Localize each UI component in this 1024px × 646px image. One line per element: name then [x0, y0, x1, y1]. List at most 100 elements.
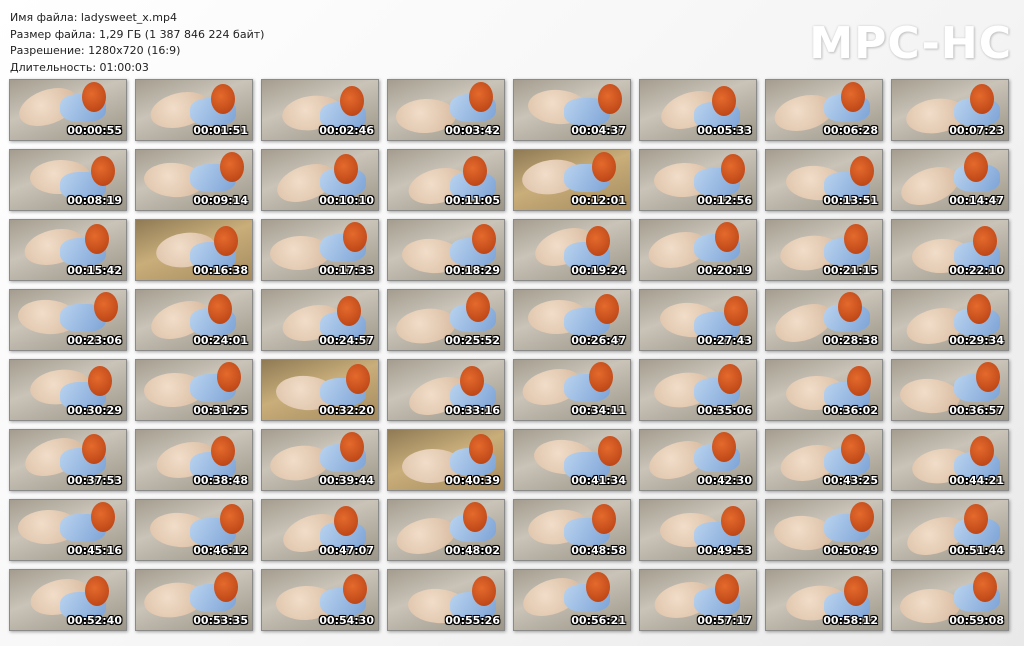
thumbnail[interactable]: 00:24:57	[261, 289, 379, 351]
thumbnail[interactable]: 00:33:16	[387, 359, 505, 421]
thumbnail-hair	[838, 292, 862, 322]
thumbnail[interactable]: 00:23:06	[9, 289, 127, 351]
thumbnail[interactable]: 00:19:24	[513, 219, 631, 281]
thumbnail-hair	[844, 576, 868, 606]
thumbnail-hair	[973, 226, 997, 256]
thumbnail-hair	[841, 434, 865, 464]
thumbnail-hair	[343, 222, 367, 252]
thumbnail[interactable]: 00:32:20	[261, 359, 379, 421]
thumbnail[interactable]: 00:50:49	[765, 499, 883, 561]
thumbnail[interactable]: 00:16:38	[135, 219, 253, 281]
thumbnail-hair	[211, 436, 235, 466]
thumbnail[interactable]: 00:44:21	[891, 429, 1009, 491]
thumbnail-hair	[718, 364, 742, 394]
timestamp: 00:12:01	[571, 194, 626, 207]
thumbnail[interactable]: 00:38:48	[135, 429, 253, 491]
thumbnail[interactable]: 00:39:44	[261, 429, 379, 491]
timestamp: 00:39:44	[319, 474, 374, 487]
thumbnail[interactable]: 00:21:15	[765, 219, 883, 281]
thumbnail[interactable]: 00:59:08	[891, 569, 1009, 631]
timestamp: 00:09:14	[193, 194, 248, 207]
timestamp: 00:31:25	[193, 404, 248, 417]
thumbnail[interactable]: 00:09:14	[135, 149, 253, 211]
thumbnail[interactable]: 00:24:01	[135, 289, 253, 351]
thumbnail[interactable]: 00:03:42	[387, 79, 505, 141]
thumbnail[interactable]: 00:10:10	[261, 149, 379, 211]
thumbnail[interactable]: 00:43:25	[765, 429, 883, 491]
thumbnail[interactable]: 00:41:34	[513, 429, 631, 491]
thumbnail[interactable]: 00:00:55	[9, 79, 127, 141]
timestamp: 00:57:17	[697, 614, 752, 627]
thumbnail[interactable]: 00:37:53	[9, 429, 127, 491]
thumbnail[interactable]: 00:07:23	[891, 79, 1009, 141]
thumbnail-hair	[463, 156, 487, 186]
thumbnail[interactable]: 00:13:51	[765, 149, 883, 211]
thumbnail[interactable]: 00:04:37	[513, 79, 631, 141]
thumbnail[interactable]: 00:17:33	[261, 219, 379, 281]
thumbnail[interactable]: 00:40:39	[387, 429, 505, 491]
thumbnail-hair	[595, 294, 619, 324]
thumbnail[interactable]: 00:56:21	[513, 569, 631, 631]
thumbnail-hair	[91, 156, 115, 186]
thumbnail[interactable]: 00:11:05	[387, 149, 505, 211]
thumbnail[interactable]: 00:01:51	[135, 79, 253, 141]
thumbnail[interactable]: 00:12:01	[513, 149, 631, 211]
thumbnail[interactable]: 00:18:29	[387, 219, 505, 281]
thumbnail[interactable]: 00:49:53	[639, 499, 757, 561]
timestamp: 00:29:34	[949, 334, 1004, 347]
thumbnail[interactable]: 00:28:38	[765, 289, 883, 351]
thumbnail[interactable]: 00:45:16	[9, 499, 127, 561]
timestamp: 00:59:08	[949, 614, 1004, 627]
timestamp: 00:05:33	[697, 124, 752, 137]
timestamp: 00:48:58	[571, 544, 626, 557]
thumbnail[interactable]: 00:20:19	[639, 219, 757, 281]
thumbnail-hair	[346, 364, 370, 394]
thumbnail[interactable]: 00:57:17	[639, 569, 757, 631]
timestamp: 00:52:40	[67, 614, 122, 627]
thumbnail[interactable]: 00:05:33	[639, 79, 757, 141]
thumbnail[interactable]: 00:02:46	[261, 79, 379, 141]
timestamp: 00:19:24	[571, 264, 626, 277]
timestamp: 00:15:42	[67, 264, 122, 277]
timestamp: 00:26:47	[571, 334, 626, 347]
timestamp: 00:25:52	[445, 334, 500, 347]
timestamp: 00:41:34	[571, 474, 626, 487]
thumbnail[interactable]: 00:31:25	[135, 359, 253, 421]
thumbnail[interactable]: 00:30:29	[9, 359, 127, 421]
thumbnail[interactable]: 00:58:12	[765, 569, 883, 631]
thumbnail[interactable]: 00:26:47	[513, 289, 631, 351]
thumbnail[interactable]: 00:52:40	[9, 569, 127, 631]
timestamp: 00:36:57	[949, 404, 1004, 417]
thumbnail[interactable]: 00:48:58	[513, 499, 631, 561]
thumbnail[interactable]: 00:15:42	[9, 219, 127, 281]
thumbnail-hair	[592, 504, 616, 534]
thumbnail[interactable]: 00:12:56	[639, 149, 757, 211]
thumbnail-hair	[220, 504, 244, 534]
thumbnail[interactable]: 00:35:06	[639, 359, 757, 421]
thumbnail[interactable]: 00:29:34	[891, 289, 1009, 351]
thumbnail[interactable]: 00:22:10	[891, 219, 1009, 281]
thumbnail[interactable]: 00:25:52	[387, 289, 505, 351]
timestamp: 00:14:47	[949, 194, 1004, 207]
timestamp: 00:54:30	[319, 614, 374, 627]
timestamp: 00:44:21	[949, 474, 1004, 487]
thumbnail[interactable]: 00:14:47	[891, 149, 1009, 211]
thumbnail[interactable]: 00:48:02	[387, 499, 505, 561]
thumbnail[interactable]: 00:51:44	[891, 499, 1009, 561]
thumbnail[interactable]: 00:27:43	[639, 289, 757, 351]
thumbnail[interactable]: 00:53:35	[135, 569, 253, 631]
thumbnail[interactable]: 00:08:19	[9, 149, 127, 211]
thumbnail[interactable]: 00:42:30	[639, 429, 757, 491]
thumbnail-hair	[82, 82, 106, 112]
thumbnail[interactable]: 00:34:11	[513, 359, 631, 421]
thumbnail[interactable]: 00:36:57	[891, 359, 1009, 421]
thumbnail[interactable]: 00:47:07	[261, 499, 379, 561]
file-info: Имя файла: ladysweet_x.mp4 Размер файла:…	[10, 10, 264, 76]
thumbnail[interactable]: 00:54:30	[261, 569, 379, 631]
thumbnail[interactable]: 00:06:28	[765, 79, 883, 141]
thumbnail[interactable]: 00:55:26	[387, 569, 505, 631]
thumbnail-hair	[715, 574, 739, 604]
timestamp: 00:04:37	[571, 124, 626, 137]
thumbnail[interactable]: 00:36:02	[765, 359, 883, 421]
thumbnail[interactable]: 00:46:12	[135, 499, 253, 561]
